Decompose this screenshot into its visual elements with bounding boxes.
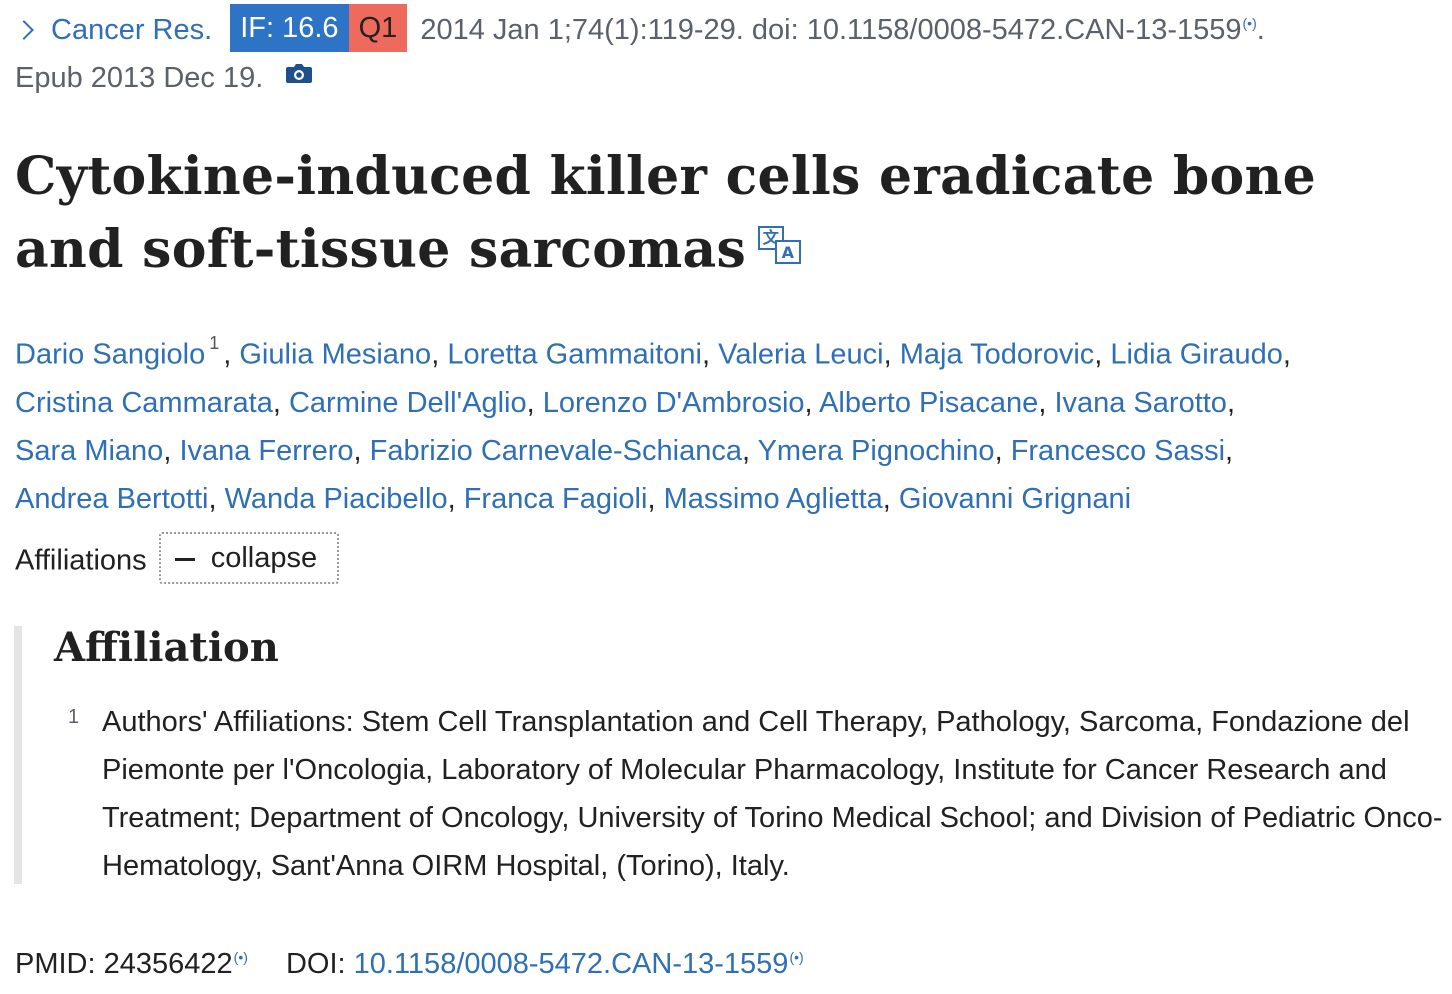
author-link[interactable]: Cristina Cammarata: [15, 387, 273, 419]
epub-date: Epub 2013 Dec 19.: [15, 62, 264, 94]
quartile-badge: Q1: [348, 4, 408, 53]
pmid-label: PMID:: [15, 948, 96, 980]
article-title-text: Cytokine-induced killer cells eradicate …: [15, 146, 1316, 280]
author-link[interactable]: Giovanni Grignani: [899, 483, 1131, 515]
doi-link[interactable]: 10.1158/0008-5472.CAN-13-1559: [354, 948, 789, 980]
author-link[interactable]: Ivana Sarotto: [1054, 387, 1227, 419]
author-link[interactable]: Andrea Bertotti: [15, 483, 208, 515]
affiliation-text: Authors' Affiliations: Stem Cell Transpl…: [102, 706, 1443, 882]
author-list: Dario Sangiolo 1, Giulia Mesiano, Loretta…: [15, 333, 1291, 515]
doi-label: DOI:: [285, 948, 346, 980]
author-link[interactable]: Maja Todorovic: [900, 339, 1095, 371]
author-link[interactable]: Wanda Piacibello: [225, 483, 448, 515]
chevron-right-icon[interactable]: [14, 19, 34, 40]
citation-line: Cancer Res. IF: 16.6 Q1 2014 Jan 1;74(1):…: [14, 4, 1265, 53]
impact-factor-badge: IF: 16.6: [230, 4, 349, 53]
camera-icon[interactable]: [285, 56, 313, 96]
author-link[interactable]: Valeria Leuci: [718, 339, 884, 371]
collapse-affiliations-button[interactable]: collapse: [158, 532, 340, 584]
author-link[interactable]: Lorenzo D'Ambrosio: [543, 387, 805, 419]
journal-link[interactable]: Cancer Res.: [51, 14, 212, 46]
citation-trailing: .: [1256, 14, 1265, 46]
author-link[interactable]: Alberto Pisacane: [819, 387, 1038, 419]
author-link[interactable]: Franca Fagioli: [464, 483, 648, 515]
author-link[interactable]: Francesco Sassi: [1011, 435, 1225, 467]
author-link[interactable]: Dario Sangiolo: [15, 339, 205, 371]
author-link[interactable]: Sara Miano: [15, 435, 163, 467]
affiliations-toggle-row: Affiliations collapse: [15, 532, 340, 584]
affiliation-ref[interactable]: 1: [209, 333, 219, 353]
author-link[interactable]: Giulia Mesiano: [239, 339, 431, 371]
affiliation-number: 1: [68, 706, 80, 728]
epub-line: Epub 2013 Dec 19.: [15, 58, 313, 98]
author-link[interactable]: Loretta Gammaitoni: [447, 339, 702, 371]
affiliation-section: Affiliation 1 Authors' Affiliations: Ste…: [14, 626, 1452, 884]
collapse-label: collapse: [210, 542, 318, 574]
citation-radio-icon[interactable]: (•): [1243, 16, 1257, 30]
article-title: Cytokine-induced killer cells eradicate …: [15, 140, 1435, 286]
identifiers-line: PMID: 24356422(•) DOI: 10.1158/0008-5472…: [15, 944, 804, 984]
citation-radio-icon[interactable]: (•): [789, 950, 803, 964]
citation-details: 2014 Jan 1;74(1):119-29. doi: 10.1158/00…: [420, 14, 1242, 46]
author-link[interactable]: Lidia Giraudo: [1110, 339, 1283, 371]
svg-text:A: A: [782, 243, 795, 262]
affiliations-label: Affiliations: [15, 544, 147, 577]
citation-radio-icon[interactable]: (•): [234, 950, 248, 964]
author-link[interactable]: Ivana Ferrero: [179, 435, 353, 467]
author-link[interactable]: Massimo Aglietta: [664, 483, 883, 515]
author-link[interactable]: Ymera Pignochino: [758, 435, 995, 467]
translate-icon[interactable]: 文 A: [758, 212, 802, 285]
affiliation-heading: Affiliation: [54, 624, 279, 671]
author-link[interactable]: Carmine Dell'Aglio: [289, 387, 527, 419]
minus-icon: [174, 557, 195, 561]
pmid-value: 24356422: [103, 948, 233, 980]
author-link[interactable]: Fabrizio Carnevale-Schianca: [370, 435, 742, 467]
